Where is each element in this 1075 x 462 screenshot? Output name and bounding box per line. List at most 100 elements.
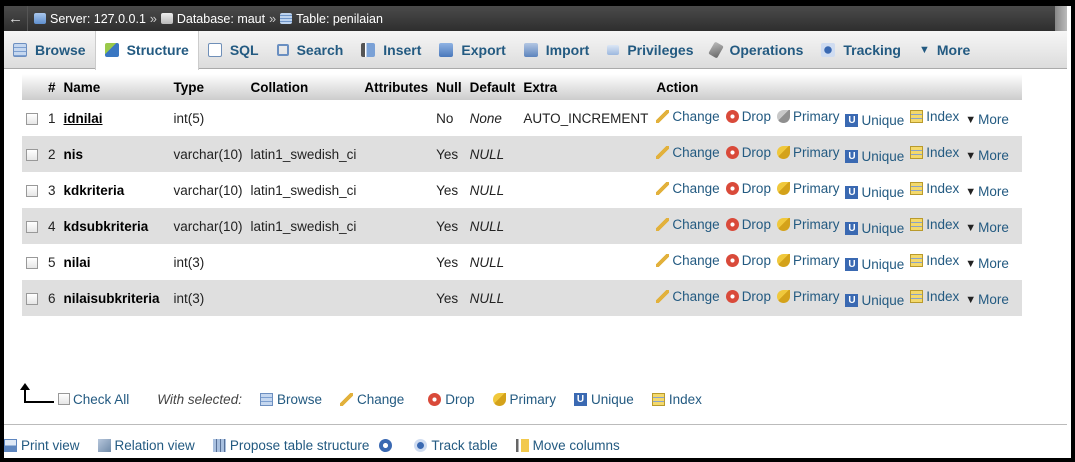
index-label[interactable]: Index [926,217,959,232]
drop-action[interactable]: Drop [725,253,771,268]
track-table-link[interactable]: Track table [414,438,498,453]
more-label[interactable]: More [978,184,1009,199]
primary-action[interactable]: Primary [776,217,840,232]
unique-action[interactable]: U Unique [845,293,904,308]
row-checkbox[interactable] [26,220,38,233]
bulk-primary-label[interactable]: Primary [510,392,557,407]
drop-label[interactable]: Drop [742,289,771,304]
unique-action[interactable]: U Unique [845,185,904,200]
index-action[interactable]: Index [910,289,959,304]
more-label[interactable]: More [978,112,1009,127]
breadcrumb-server[interactable]: Server: 127.0.0.1 [34,12,146,26]
index-label[interactable]: Index [926,253,959,268]
tab-export[interactable]: Export [430,31,514,68]
breadcrumb-table-label[interactable]: Table: penilaian [296,12,383,26]
check-all-checkbox[interactable] [58,393,70,405]
relation-view-link[interactable]: Relation view [97,438,195,453]
breadcrumb-database[interactable]: Database: maut [160,12,265,26]
primary-label[interactable]: Primary [793,289,840,304]
tab-operations[interactable]: Operations [702,31,812,68]
more-label[interactable]: More [978,148,1009,163]
index-action[interactable]: Index [910,109,959,124]
table-row[interactable]: 1 idnilai int(5) No None AUTO_INCREMENT Change… [22,100,1023,136]
more-label[interactable]: More [978,292,1009,307]
change-action[interactable]: Change [656,109,720,124]
propose-structure-link[interactable]: Propose table structure [212,438,370,453]
more-action[interactable]: ▼ More [965,184,1009,199]
change-label[interactable]: Change [672,109,719,124]
more-action[interactable]: ▼ More [965,220,1009,235]
primary-label[interactable]: Primary [793,217,840,232]
more-action[interactable]: ▼ More [965,292,1009,307]
change-label[interactable]: Change [672,289,719,304]
unique-action[interactable]: U Unique [845,113,904,128]
unique-label[interactable]: Unique [861,293,904,308]
unique-label[interactable]: Unique [861,185,904,200]
row-checkbox[interactable] [26,148,38,161]
relation-view-label[interactable]: Relation view [115,438,195,453]
row-checkbox[interactable] [26,112,38,125]
help-icon[interactable] [379,438,393,452]
bulk-browse-label[interactable]: Browse [277,392,322,407]
bulk-change-button[interactable]: Change [339,392,404,407]
tab-import[interactable]: Import [515,31,599,68]
index-label[interactable]: Index [926,181,959,196]
print-view-label[interactable]: Print view [21,438,80,453]
drop-action[interactable]: Drop [725,181,771,196]
drop-label[interactable]: Drop [742,109,771,124]
change-label[interactable]: Change [672,253,719,268]
unique-action[interactable]: U Unique [845,149,904,164]
change-action[interactable]: Change [656,217,720,232]
table-row[interactable]: 4 kdsubkriteria varchar(10) latin1_swedish_… [22,208,1023,244]
bulk-index-button[interactable]: Index [651,392,702,407]
bulk-drop-label[interactable]: Drop [445,392,474,407]
bulk-index-label[interactable]: Index [669,392,702,407]
row-checkbox-cell[interactable] [22,136,44,172]
table-row[interactable]: 3 kdkriteria varchar(10) latin1_swedish_ci Y… [22,172,1023,208]
breadcrumb-database-label[interactable]: Database: maut [177,12,265,26]
row-checkbox[interactable] [26,292,38,305]
propose-structure-label[interactable]: Propose table structure [230,438,370,453]
move-columns-link[interactable]: Move columns [515,438,620,453]
row-checkbox-cell[interactable] [22,280,44,316]
back-arrow-icon[interactable]: ← [4,6,28,31]
change-action[interactable]: Change [656,253,720,268]
change-label[interactable]: Change [672,217,719,232]
row-checkbox-cell[interactable] [22,244,44,280]
print-view-link[interactable]: Print view [4,438,80,453]
change-action[interactable]: Change [656,289,720,304]
primary-action[interactable]: Primary [776,253,839,268]
more-action[interactable]: ▼ More [965,256,1009,271]
more-label[interactable]: More [978,220,1009,235]
table-row[interactable]: 5 nilai int(3) Yes NULL Change Drop Primary U Uni… [22,244,1023,280]
help-icon-link[interactable] [379,438,396,452]
row-checkbox[interactable] [26,184,38,197]
breadcrumb-server-label[interactable]: Server: 127.0.0.1 [50,12,146,26]
unique-label[interactable]: Unique [861,113,904,128]
row-checkbox-cell[interactable] [22,208,44,244]
index-action[interactable]: Index [910,217,959,232]
primary-label[interactable]: Primary [793,145,840,160]
change-label[interactable]: Change [672,181,719,196]
index-action[interactable]: Index [910,181,959,196]
drop-action[interactable]: Drop [725,145,771,160]
bulk-primary-button[interactable]: Primary [492,392,557,407]
tab-tracking[interactable]: Tracking [812,31,910,68]
change-action[interactable]: Change [656,181,720,196]
index-label[interactable]: Index [926,145,959,160]
drop-action[interactable]: Drop [725,109,771,124]
tab-search[interactable]: Search [268,31,353,68]
index-action[interactable]: Index [910,253,959,268]
tab-browse[interactable]: Browse [4,31,95,68]
unique-action[interactable]: U Unique [845,221,904,236]
index-label[interactable]: Index [926,109,959,124]
row-checkbox-cell[interactable] [22,100,44,136]
bulk-browse-button[interactable]: Browse [259,392,322,407]
primary-action[interactable]: Primary [776,181,839,196]
check-all[interactable]: Check All [58,392,129,407]
unique-label[interactable]: Unique [861,257,904,272]
resize-grip[interactable] [1055,6,1067,31]
bulk-unique-label[interactable]: Unique [591,392,634,407]
drop-action[interactable]: Drop [725,289,771,304]
tab-structure[interactable]: Structure [94,30,199,70]
